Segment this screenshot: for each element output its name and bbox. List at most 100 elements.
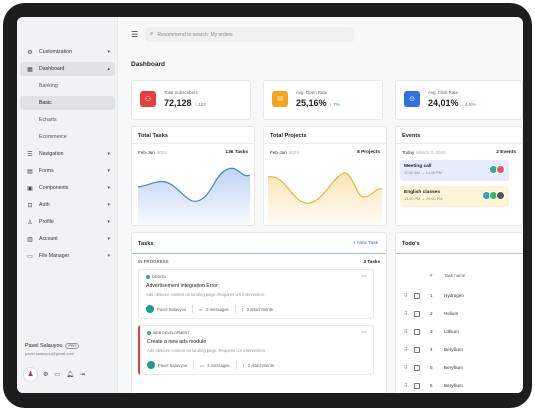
- pro-badge: PRO: [65, 343, 80, 349]
- click-icon: ⊙: [404, 91, 420, 107]
- sidebar-item-profile[interactable]: ♙ Profile ▾: [20, 215, 115, 229]
- task-tag: WEB DEVELOPMENT: [147, 331, 189, 335]
- paperclip-icon: ⌇: [241, 306, 244, 312]
- table-row[interactable]: ⠿ 1 Hydrogen: [396, 287, 523, 305]
- row-checkbox[interactable]: [414, 365, 420, 371]
- total-projects-card: Total Projects Feb-Jun 2024 8 Projects: [263, 126, 387, 226]
- sidebar-item-auth[interactable]: ⊡ Auth ▾: [20, 198, 115, 212]
- folder-icon: ▭: [27, 253, 33, 260]
- row-checkbox[interactable]: [414, 311, 420, 317]
- more-icon[interactable]: ⋯: [361, 329, 367, 336]
- sliders-icon: ⚙: [27, 49, 33, 56]
- chevron-up-icon: ▴: [107, 66, 110, 72]
- attendee-avatars: [482, 191, 505, 200]
- mail-icon: ✉: [272, 91, 288, 107]
- more-icon[interactable]: ⋯: [361, 273, 367, 280]
- drag-handle-icon[interactable]: ⠿: [404, 383, 407, 389]
- drag-handle-icon[interactable]: ⠿: [404, 365, 407, 371]
- total-tasks-card: Total Tasks Feb-Jun 2024 136 Tasks: [131, 126, 255, 226]
- sidebar-footer: ♟ ⚙ ▭ 🔔︎ ⇥: [23, 365, 111, 383]
- avatar: [146, 305, 154, 313]
- components-icon: ▣: [27, 185, 33, 192]
- sidebar-item-navigation[interactable]: ☰ Navigation ▾: [20, 147, 115, 161]
- table-row[interactable]: ⠿ 5 Beryllium: [396, 359, 523, 377]
- message-icon: ▭: [199, 306, 204, 312]
- drag-handle-icon[interactable]: ⠿: [404, 347, 407, 353]
- laptop-bezel: ⚙ Customization ▾ ▦ Dashboard ▴ Banking …: [3, 3, 532, 408]
- stat-card-click-rate: ⊙ Avg. Click Rate 24,01% ↓ 4.5%: [395, 80, 523, 120]
- todos-card: Todo's # Task name ⠿ 1 Hydrogen ⠿ 2 Helium ⠿…: [395, 232, 523, 393]
- dashboard-icon: ▦: [27, 66, 33, 73]
- column-count: 3 Tasks: [363, 259, 380, 264]
- row-checkbox[interactable]: [414, 329, 420, 335]
- user-name: Pavel Salauyou PRO: [25, 343, 80, 349]
- table-row[interactable]: ⠿ 3 Lithium: [396, 323, 523, 341]
- sidebar-subitem-basic[interactable]: Basic: [20, 96, 115, 110]
- avatar: [496, 191, 505, 200]
- task-footer: Pavel Salauyou ▭ 3 messages ⌇ 2 attachment…: [147, 361, 274, 369]
- drag-handle-icon[interactable]: ⠿: [404, 329, 407, 335]
- stat-value: 72,128 ↑ 122: [164, 98, 206, 108]
- search-input[interactable]: ⌕ Recommend to search: My orders: [145, 27, 354, 42]
- avatar: [147, 361, 155, 369]
- sidebar-item-file-manager[interactable]: ▭ File Manager ▾: [20, 249, 115, 263]
- paperclip-icon: ⌇: [242, 362, 245, 368]
- column-title: IN PROGRESS: [138, 259, 169, 264]
- chevron-down-icon: ▾: [107, 168, 110, 174]
- task-footer: Pavel Salauyou ▭ 3 messages ⌇ 2 attachment…: [146, 305, 273, 313]
- tasks-area-chart: [137, 167, 251, 225]
- sidebar-item-dashboard[interactable]: ▦ Dashboard ▴: [20, 62, 115, 76]
- account-icon: ▥: [27, 236, 33, 243]
- sidebar-item-forms[interactable]: ▤ Forms ▾: [20, 164, 115, 178]
- chevron-down-icon: ▾: [107, 49, 110, 55]
- new-task-button[interactable]: + New Task: [353, 241, 378, 246]
- chevron-down-icon: ▾: [107, 253, 110, 259]
- logout-icon[interactable]: ⇥: [80, 371, 85, 378]
- tasks-card: Tasks + New Task IN PROGRESS 3 Tasks DES…: [131, 232, 387, 393]
- table-row[interactable]: ⠿ 6 Beryllium: [396, 377, 523, 393]
- event-item[interactable]: Meeting call 11:00 AM → 14:00 PM: [400, 160, 509, 181]
- sidebar-item-components[interactable]: ▣ Components ▾: [20, 181, 115, 195]
- event-item[interactable]: English classes 13:00 PM → 20:00 PM: [400, 186, 509, 207]
- chevron-down-icon: ▾: [107, 219, 110, 225]
- stat-value: 24,01% ↓ 4.5%: [428, 98, 476, 108]
- menu-icon[interactable]: ☰: [131, 30, 138, 39]
- sidebar-subitem-banking[interactable]: Banking: [20, 79, 115, 93]
- sidebar: ⚙ Customization ▾ ▦ Dashboard ▴ Banking …: [17, 17, 118, 393]
- row-checkbox[interactable]: [414, 347, 420, 353]
- user-icon: ♙: [27, 219, 33, 226]
- stat-card-subscribers: ⚇ Total Subscribers 72,128 ↑ 122: [131, 80, 251, 120]
- users-icon: ⚇: [140, 91, 156, 107]
- chevron-down-icon: ▾: [107, 202, 110, 208]
- message-icon: ▭: [200, 362, 205, 368]
- sidebar-item-customization[interactable]: ⚙ Customization ▾: [20, 45, 115, 59]
- chevron-down-icon: ▾: [107, 151, 110, 157]
- device-frame: ⚙ Customization ▾ ▦ Dashboard ▴ Banking …: [0, 0, 535, 411]
- app-screen: ⚙ Customization ▾ ▦ Dashboard ▴ Banking …: [17, 17, 523, 393]
- events-card: Events Today March 3, 2024 2 Events Meeti…: [395, 126, 523, 226]
- drag-handle-icon[interactable]: ⠿: [404, 293, 407, 299]
- sidebar-item-account[interactable]: ▥ Account ▾: [20, 232, 115, 246]
- stat-value: 25,16% ↑ 7%: [296, 98, 340, 108]
- avatar[interactable]: ♟: [23, 366, 38, 382]
- chevron-down-icon: ▾: [107, 236, 110, 242]
- card-icon[interactable]: ▭: [54, 371, 60, 378]
- user-email: pavel.salauyou@gmail.com: [25, 351, 74, 356]
- drag-handle-icon[interactable]: ⠿: [404, 311, 407, 317]
- task-card[interactable]: DESIGN ⋯ Advertisement integration Error…: [138, 269, 374, 319]
- row-checkbox[interactable]: [414, 383, 420, 389]
- page-title: Dashboard: [131, 61, 165, 68]
- notification-icon[interactable]: 🔔︎: [66, 371, 74, 378]
- search-icon: ⌕: [150, 31, 154, 37]
- task-card[interactable]: WEB DEVELOPMENT ⋯ Create a new ads modul…: [138, 325, 374, 375]
- projects-area-chart: [267, 172, 383, 225]
- table-row[interactable]: ⠿ 4 Beryllium: [396, 341, 523, 359]
- avatar: [496, 165, 505, 174]
- navigation-icon: ☰: [27, 151, 33, 158]
- row-checkbox[interactable]: [414, 293, 420, 299]
- sidebar-subitem-ecommerce[interactable]: Ecommerce: [20, 130, 115, 144]
- chevron-down-icon: ▾: [107, 185, 110, 191]
- table-row[interactable]: ⠿ 2 Helium: [396, 305, 523, 323]
- sidebar-subitem-echarts[interactable]: Echarts: [20, 113, 115, 127]
- settings-icon[interactable]: ⚙: [43, 371, 48, 378]
